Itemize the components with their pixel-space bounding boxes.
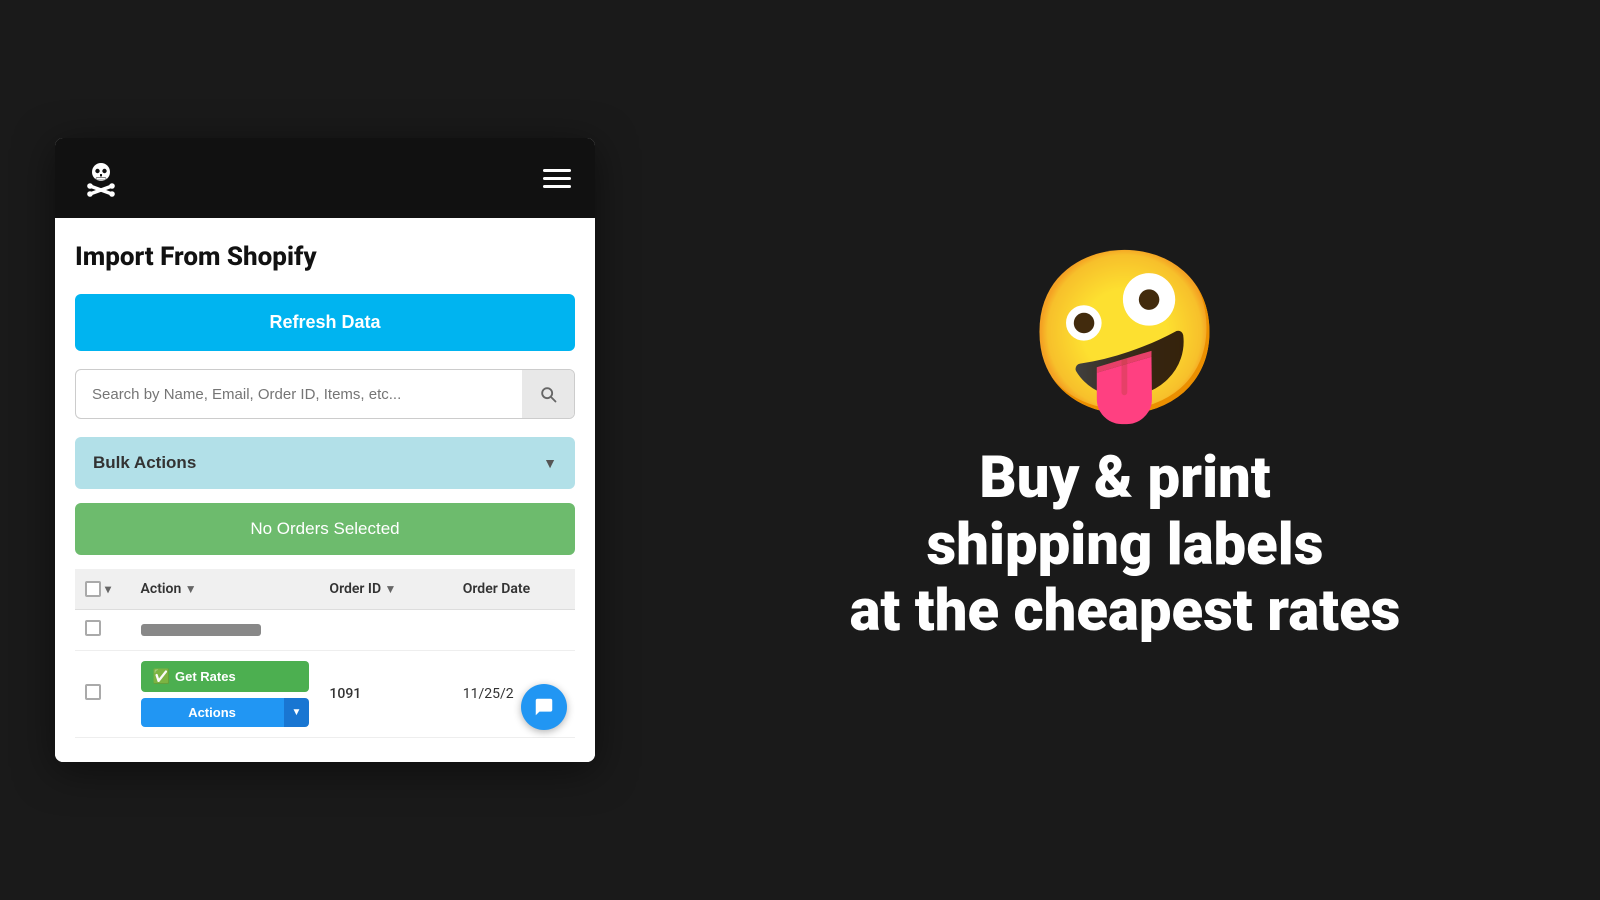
- actions-dropdown-arrow: ▼: [292, 707, 302, 718]
- pirate-ship-logo: [81, 158, 121, 198]
- table-header-order-id: Order ID ▼: [319, 569, 452, 610]
- hamburger-menu-button[interactable]: [543, 169, 571, 188]
- hamburger-line: [543, 177, 571, 180]
- left-panel: Import From Shopify Refresh Data Bulk Ac…: [0, 0, 650, 900]
- promo-line-3: at the cheapest rates: [850, 577, 1401, 645]
- table-row-loading: [75, 610, 575, 651]
- search-icon: [538, 384, 558, 404]
- header-checkbox[interactable]: [85, 581, 101, 597]
- loading-checkbox-cell: [75, 610, 131, 651]
- action-filter-icon[interactable]: ▼: [185, 582, 197, 596]
- table-header-order-date: Order Date: [453, 569, 575, 610]
- bulk-actions-button[interactable]: Bulk Actions ▼: [75, 437, 575, 489]
- page-title: Import From Shopify: [75, 242, 575, 272]
- actions-split-button: Actions ▼: [141, 698, 310, 727]
- bulk-actions-chevron: ▼: [543, 455, 557, 471]
- row-checkbox[interactable]: [85, 684, 101, 700]
- orderid-filter-icon[interactable]: ▼: [385, 582, 397, 596]
- action-buttons: ✅ Get Rates Actions ▼: [141, 661, 310, 727]
- table-header-row: ▾ Action ▼ Order ID ▼: [75, 569, 575, 610]
- bulk-actions-label: Bulk Actions: [93, 453, 196, 473]
- order-id-value: 1091: [329, 686, 361, 702]
- hamburger-line: [543, 185, 571, 188]
- header-checkbox-dropdown[interactable]: ▾: [105, 582, 111, 596]
- orders-table-wrapper: ▾ Action ▼ Order ID ▼: [75, 569, 575, 738]
- row-action-cell: ✅ Get Rates Actions ▼: [131, 651, 320, 738]
- winking-emoji: 🤪: [1025, 255, 1224, 415]
- loading-bar: [141, 624, 261, 636]
- right-panel: 🤪 Buy & print shipping labels at the che…: [650, 0, 1600, 900]
- actions-main-button[interactable]: Actions: [141, 698, 284, 727]
- no-orders-selected-button[interactable]: No Orders Selected: [75, 503, 575, 555]
- table-header-checkbox: ▾: [75, 569, 131, 610]
- chat-icon: [533, 696, 555, 718]
- app-header: [55, 138, 595, 218]
- row-checkbox[interactable]: [85, 620, 101, 636]
- orders-table: ▾ Action ▼ Order ID ▼: [75, 569, 575, 738]
- search-container: [75, 369, 575, 419]
- row-order-id-cell: 1091: [319, 651, 452, 738]
- promo-line-1: Buy & print: [979, 444, 1270, 512]
- chat-button[interactable]: [521, 684, 567, 730]
- order-date-value: 11/25/2: [463, 686, 514, 702]
- loading-bar-cell: [131, 610, 575, 651]
- promo-headline: Buy & print shipping labels at the cheap…: [850, 445, 1401, 645]
- search-button[interactable]: [522, 370, 574, 418]
- table-header-action: Action ▼: [131, 569, 320, 610]
- refresh-data-button[interactable]: Refresh Data: [75, 294, 575, 351]
- logo-icon: [79, 156, 123, 200]
- actions-dropdown-button[interactable]: ▼: [284, 698, 310, 727]
- row-checkbox-cell: [75, 651, 131, 738]
- app-content: Import From Shopify Refresh Data Bulk Ac…: [55, 218, 595, 762]
- table-row: ✅ Get Rates Actions ▼: [75, 651, 575, 738]
- mobile-app: Import From Shopify Refresh Data Bulk Ac…: [55, 138, 595, 762]
- promo-line-2: shipping labels: [927, 511, 1324, 579]
- hamburger-line: [543, 169, 571, 172]
- search-input[interactable]: [76, 370, 522, 418]
- check-circle-icon: ✅: [153, 668, 170, 685]
- get-rates-button[interactable]: ✅ Get Rates: [141, 661, 310, 692]
- promo-text-block: Buy & print shipping labels at the cheap…: [850, 445, 1401, 645]
